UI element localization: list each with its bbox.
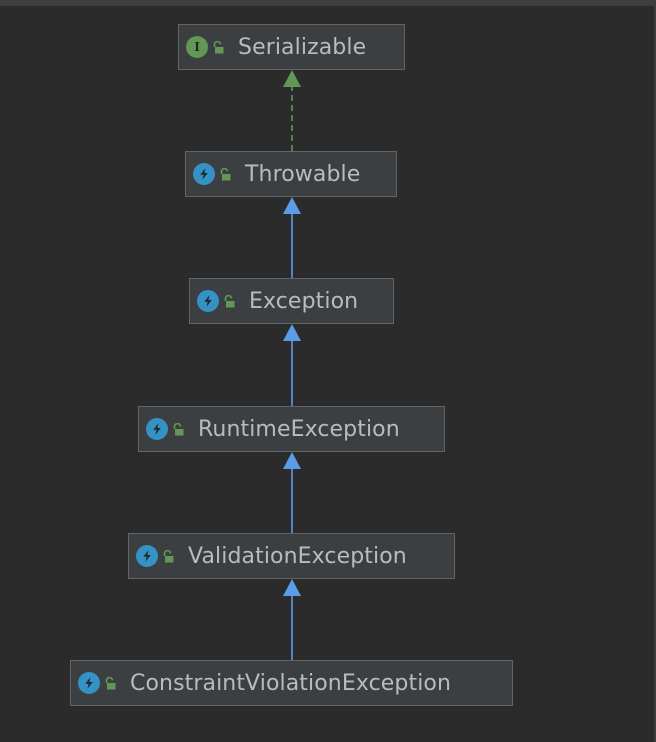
node-label: Serializable <box>238 34 367 60</box>
arrowhead-icon <box>283 324 301 341</box>
node-serializable[interactable]: I Serializable <box>178 24 405 70</box>
node-label: Throwable <box>245 161 361 187</box>
node-label: Exception <box>249 288 359 314</box>
edge-extends-validation-exception <box>283 452 301 533</box>
exception-class-icon <box>78 672 100 694</box>
node-validation-exception[interactable]: ValidationException <box>128 533 455 579</box>
arrowhead-icon <box>283 452 301 469</box>
node-runtime-exception[interactable]: RuntimeException <box>138 406 445 452</box>
public-lock-icon <box>219 294 235 308</box>
arrowhead-icon <box>283 579 301 596</box>
node-label: RuntimeException <box>198 416 400 442</box>
node-constraint-violation-exception[interactable]: ConstraintViolationException <box>70 660 513 706</box>
public-lock-icon <box>215 167 231 181</box>
edges-layer <box>283 70 301 660</box>
exception-class-icon <box>136 545 158 567</box>
exception-class-icon <box>146 418 168 440</box>
exception-class-icon <box>197 290 219 312</box>
node-label: ConstraintViolationException <box>130 670 452 696</box>
node-label: ValidationException <box>188 543 407 569</box>
public-lock-icon <box>158 549 174 563</box>
node-exception[interactable]: Exception <box>189 278 394 324</box>
edge-extends-constraint-violation-exception <box>283 579 301 660</box>
exception-class-icon <box>193 163 215 185</box>
public-lock-icon <box>208 40 224 54</box>
edge-extends-exception <box>283 197 301 278</box>
edge-extends-runtime-exception <box>283 324 301 406</box>
public-lock-icon <box>100 676 116 690</box>
public-lock-icon <box>168 422 184 436</box>
edge-implements-throwable <box>283 70 301 151</box>
arrowhead-icon <box>283 70 301 87</box>
interface-icon-letter: I <box>194 40 200 54</box>
node-throwable[interactable]: Throwable <box>185 151 397 197</box>
arrowhead-icon <box>283 197 301 214</box>
interface-icon: I <box>186 36 208 58</box>
